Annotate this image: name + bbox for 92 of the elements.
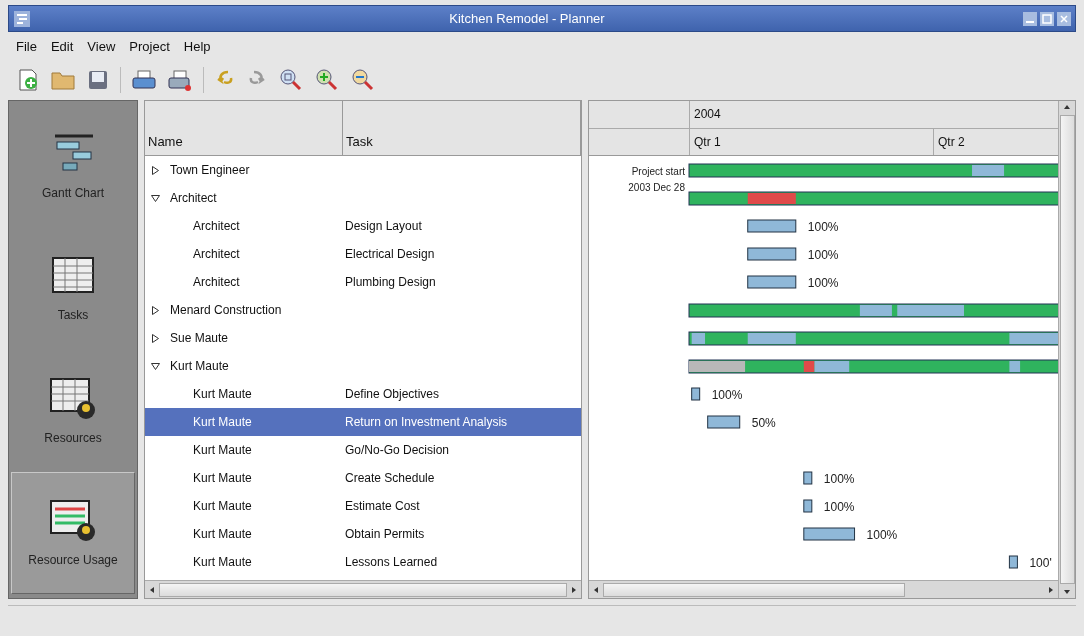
table-cell-text: Kurt Maute <box>193 527 253 541</box>
assignment-row[interactable]: Kurt Maute Lessons Learned <box>145 548 581 576</box>
assignment-row[interactable]: Kurt Maute Define Objectives <box>145 380 581 408</box>
table-cell-text: Architect <box>193 275 241 289</box>
assignment-row[interactable]: Kurt Maute Create Schedule <box>145 464 581 492</box>
menu-item[interactable]: File <box>16 38 37 54</box>
table-cell: Return on Investment Analysis <box>345 415 508 429</box>
resource-usage-icon <box>49 498 97 543</box>
menu-item[interactable]: Edit <box>50 38 74 54</box>
resource-name: Sue Maute <box>170 331 229 345</box>
app-icon <box>13 9 31 28</box>
resource-table-icon <box>49 376 97 421</box>
zoom-in-icon[interactable] <box>314 67 340 93</box>
new-document-icon[interactable] <box>16 68 40 92</box>
horizontal-scrollbar[interactable] <box>589 580 1058 598</box>
print-icon[interactable] <box>131 68 157 92</box>
year-header: 2004 <box>693 107 721 122</box>
completion-label: 100% <box>823 500 855 514</box>
zoom-out-icon[interactable] <box>350 67 376 93</box>
project-start-label: Project start <box>631 166 685 177</box>
assignment-row[interactable]: Kurt Maute Return on Investment Analysis <box>145 408 581 436</box>
completion-label: 100% <box>866 528 898 542</box>
resource-usage-bar[interactable] <box>688 191 1058 206</box>
zoom-fit-icon[interactable] <box>278 67 304 93</box>
assignment-row[interactable]: Architect Electrical Design <box>145 240 581 268</box>
table-cell-text: Kurt Maute <box>193 443 253 457</box>
horizontal-scrollbar[interactable] <box>145 580 581 598</box>
resource-name: Menard Construction <box>170 303 282 317</box>
assignment-row[interactable]: Kurt Maute Obtain Permits <box>145 520 581 548</box>
assignment-row[interactable]: Architect Design Layout <box>145 212 581 240</box>
completion-label: 100% <box>711 388 743 402</box>
table-cell: Estimate Cost <box>345 499 420 513</box>
table-cell: Design Layout <box>345 219 422 233</box>
resource-name: Kurt Maute <box>170 359 229 373</box>
table-cell-text: Kurt Maute <box>193 471 253 485</box>
table-cell-text: Kurt Maute <box>193 499 253 513</box>
window-title: Kitchen Remodel - Planner <box>448 11 606 26</box>
table-cell-text: Kurt Maute <box>193 555 253 569</box>
table-cell-text: Kurt Maute <box>193 387 253 401</box>
task-bar[interactable] <box>803 499 813 513</box>
table-cell-text: Architect <box>193 247 241 261</box>
collapse-icon[interactable] <box>151 361 160 371</box>
view-button[interactable]: Gantt Chart <box>11 105 135 228</box>
menu-item[interactable]: Help <box>183 38 211 54</box>
project-start-date: 2003 Dec 28 <box>628 182 685 193</box>
column-header[interactable]: Task <box>343 101 581 156</box>
table-cell: Lessons Learned <box>345 555 438 569</box>
completion-label: 100' <box>1029 556 1052 570</box>
close-icon[interactable] <box>1057 11 1071 26</box>
completion-label: 100% <box>807 220 839 234</box>
table-cell: Create Schedule <box>345 471 435 485</box>
save-icon[interactable] <box>86 68 110 92</box>
table-cell: Plumbing Design <box>345 275 436 289</box>
quarter-header: Qtr 1 <box>690 128 934 155</box>
assignment-row[interactable]: Kurt Maute Estimate Cost <box>145 492 581 520</box>
collapse-icon[interactable] <box>151 193 160 203</box>
expand-icon[interactable] <box>151 305 160 315</box>
minimize-icon[interactable] <box>1023 11 1037 26</box>
resource-name: Architect <box>170 191 217 205</box>
resource-usage-bar[interactable] <box>688 163 1058 178</box>
table-cell-text: Architect <box>193 219 241 233</box>
resource-usage-bar[interactable] <box>688 303 1058 318</box>
table-cell: Electrical Design <box>345 247 435 261</box>
menu-item[interactable]: View <box>87 38 116 54</box>
table-cell: Obtain Permits <box>345 527 425 541</box>
view-button[interactable]: Tasks <box>11 227 135 350</box>
view-button[interactable]: Resources <box>11 349 135 472</box>
column-header[interactable]: Name <box>145 101 343 156</box>
table-cell: Define Objectives <box>345 387 440 401</box>
table-cell-text: Kurt Maute <box>193 415 253 429</box>
vertical-scrollbar[interactable] <box>1058 101 1075 598</box>
maximize-icon[interactable] <box>1040 11 1054 26</box>
print-preview-icon[interactable] <box>167 68 193 92</box>
completion-label: 100% <box>807 276 839 290</box>
quarter-header: Qtr 2 <box>937 133 965 151</box>
assignment-row[interactable]: Kurt Maute Go/No-Go Decision <box>145 436 581 464</box>
resource-usage-bar[interactable] <box>688 359 1058 374</box>
task-bar[interactable] <box>1008 555 1018 569</box>
completion-label: 100% <box>807 248 839 262</box>
completion-label: 50% <box>751 416 776 430</box>
resource-name: Town Engineer <box>170 163 250 177</box>
view-button[interactable]: Resource Usage <box>11 471 135 594</box>
expand-icon[interactable] <box>151 165 160 175</box>
completion-label: 100% <box>823 472 855 486</box>
task-bar[interactable] <box>707 415 741 429</box>
assignment-row[interactable]: Architect Plumbing Design <box>145 268 581 296</box>
expand-icon[interactable] <box>151 333 160 343</box>
table-cell: Go/No-Go Decision <box>345 443 450 457</box>
task-bar[interactable] <box>691 387 701 401</box>
task-bar[interactable] <box>803 471 813 485</box>
menu-item[interactable]: Project <box>129 38 170 54</box>
resource-usage-bar[interactable] <box>688 331 1058 346</box>
